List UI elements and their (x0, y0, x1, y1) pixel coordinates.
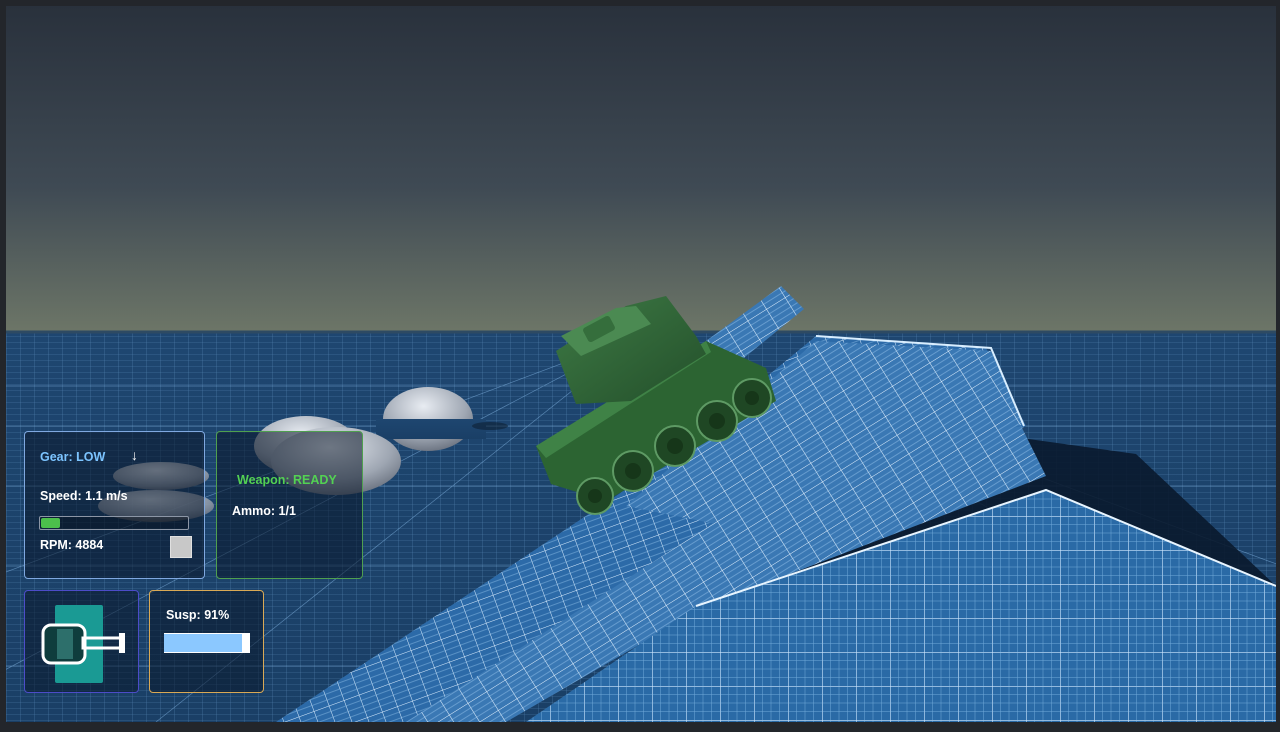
weapon-status-panel: Weapon: READY Ammo: 1/1 (216, 431, 363, 579)
ammo-readout: Ammo: 1/1 (232, 504, 296, 518)
arrow-down-icon: ↓ (131, 447, 138, 463)
game-window-frame: Gear: LOW ↓ Speed: 1.1 m/s RPM: 4884 Wea… (0, 0, 1280, 732)
weapon-readout: Weapon: READY (237, 473, 337, 487)
suspension-panel: Susp: 91% (149, 590, 264, 693)
game-viewport[interactable]: Gear: LOW ↓ Speed: 1.1 m/s RPM: 4884 Wea… (6, 6, 1276, 722)
speed-readout: Speed: 1.1 m/s (40, 489, 128, 503)
tank-silhouette-icon (41, 605, 125, 683)
suspension-bar (164, 633, 250, 653)
suspension-readout: Susp: 91% (166, 608, 230, 622)
tank-status-panel (24, 590, 139, 693)
suspension-bar-fill (164, 634, 243, 652)
gear-readout: Gear: LOW (40, 450, 106, 464)
drive-status-panel: Gear: LOW ↓ Speed: 1.1 m/s RPM: 4884 (24, 431, 205, 579)
rpm-indicator-box (170, 536, 192, 558)
rpm-bar-fill (41, 518, 60, 528)
rpm-bar (39, 516, 189, 530)
rpm-readout: RPM: 4884 (40, 538, 104, 552)
